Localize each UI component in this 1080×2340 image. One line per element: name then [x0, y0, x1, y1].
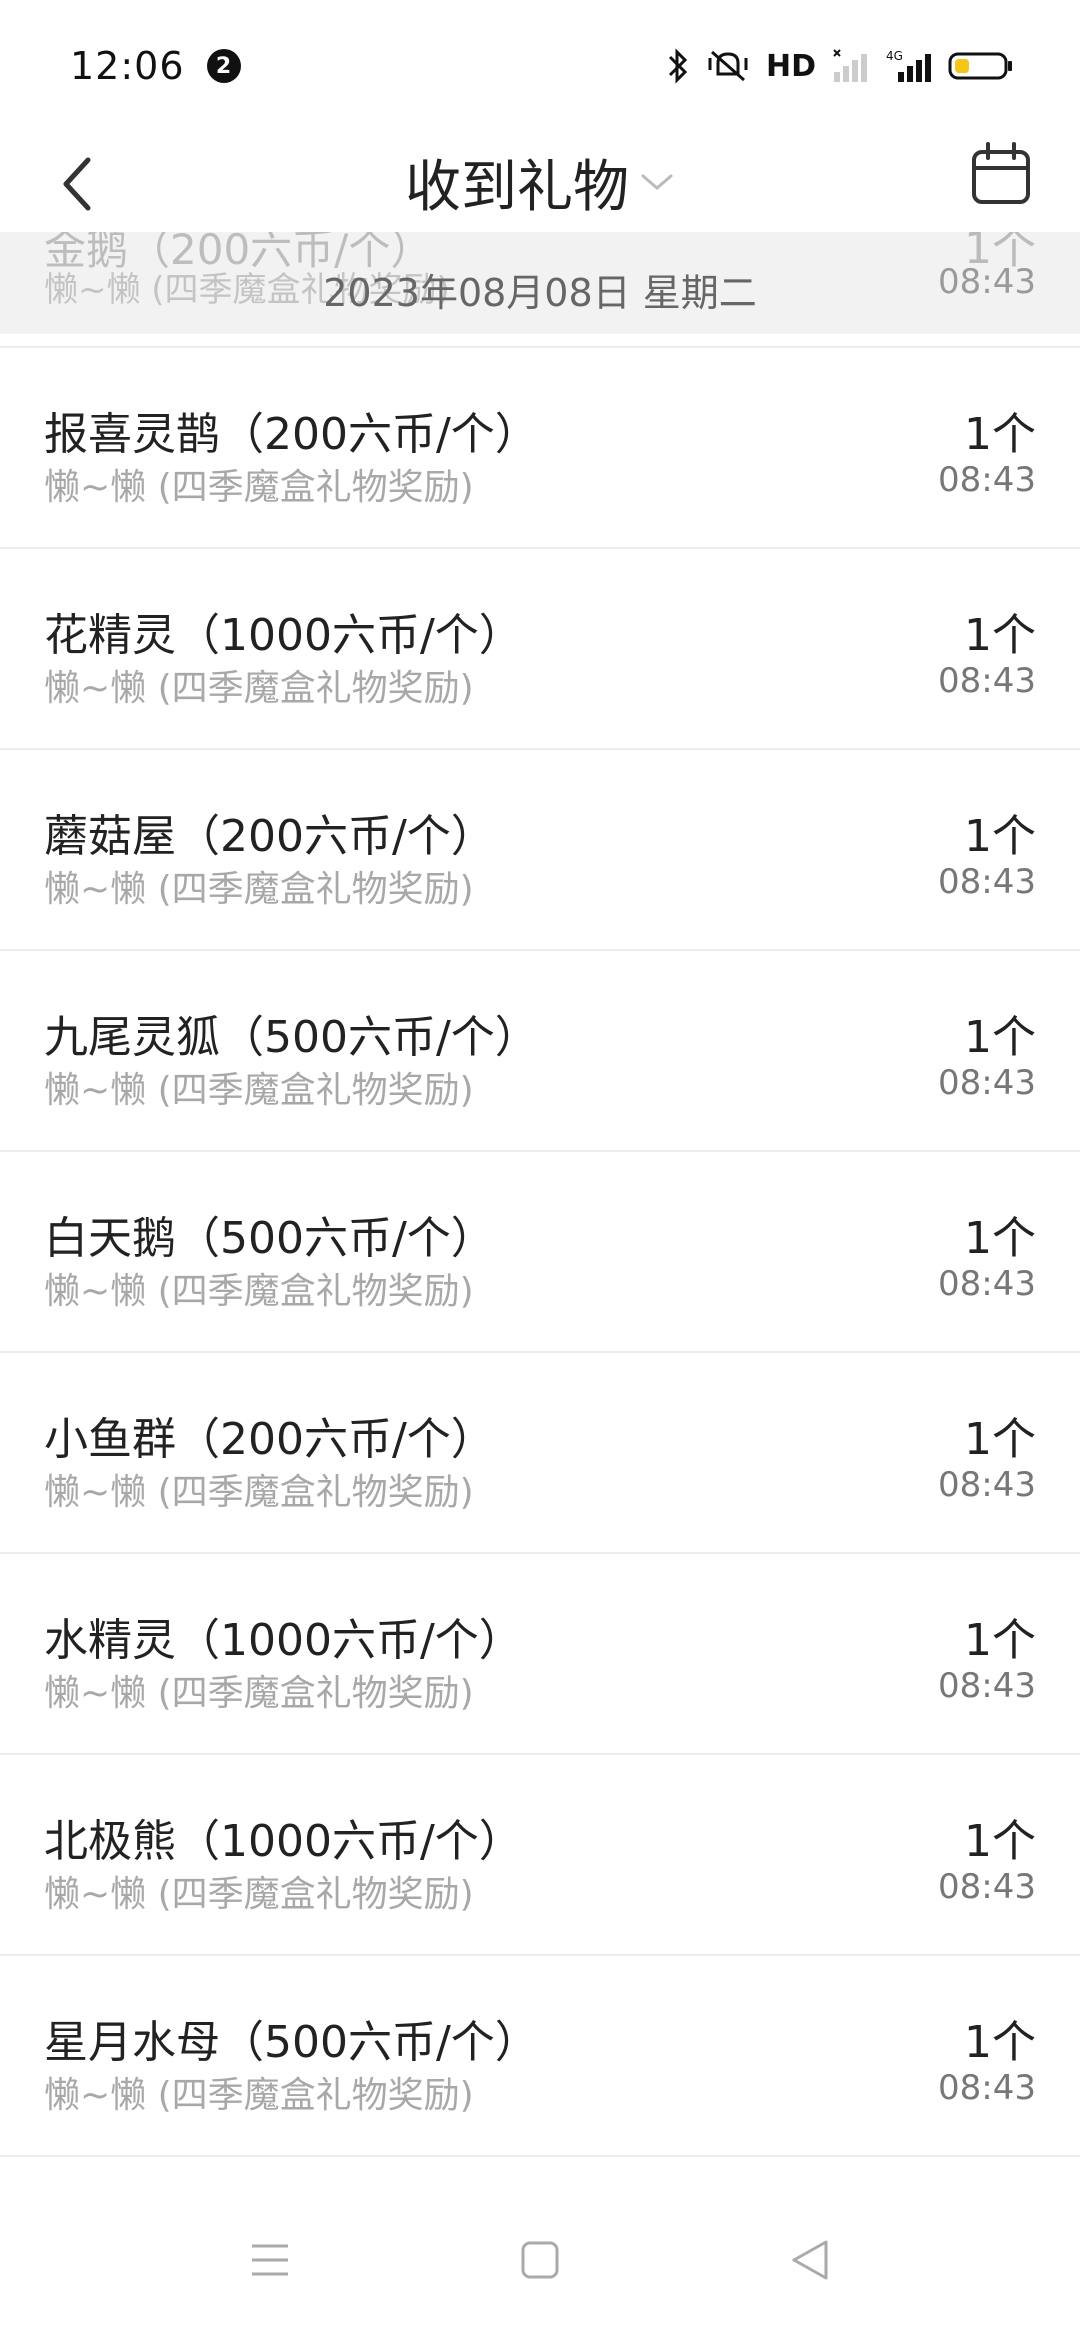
gift-quantity: 1个	[964, 1213, 1036, 1264]
gift-sender: 懒~懒 (四季魔盒礼物奖励)	[44, 1070, 474, 1111]
gift-time: 08:43	[938, 1264, 1036, 1304]
gift-quantity: 1个	[964, 1012, 1036, 1063]
gift-time: 08:43	[938, 2068, 1036, 2108]
gift-row[interactable]: 白天鹅（500六币/个） 1个 懒~懒 (四季魔盒礼物奖励) 08:43	[0, 1150, 1080, 1351]
gift-name: 北极熊（1000六币/个）	[44, 1816, 523, 1867]
gift-row[interactable]: 蘑菇屋（200六币/个） 1个 懒~懒 (四季魔盒礼物奖励) 08:43	[0, 748, 1080, 949]
hd-indicator: HD	[765, 48, 816, 84]
gift-name: 花精灵（1000六币/个）	[44, 610, 523, 661]
gift-time: 08:43	[938, 1867, 1036, 1907]
gift-name: 九尾灵狐（500六币/个）	[44, 1012, 539, 1063]
status-time: 12:06	[70, 44, 185, 88]
status-bar: 12:06 2 HD 4G	[0, 0, 1080, 132]
gift-row[interactable]: 星月水母（500六币/个） 1个 懒~懒 (四季魔盒礼物奖励) 08:43	[0, 1954, 1080, 2155]
signal-4g-icon: 4G	[886, 49, 931, 82]
system-nav-bar	[0, 2180, 1080, 2340]
gift-name: 蘑菇屋（200六币/个）	[44, 811, 495, 862]
gift-time: 08:43	[938, 1063, 1036, 1103]
gift-time: 08:43	[938, 862, 1036, 902]
gift-name: 星月水母（500六币/个）	[44, 2017, 539, 2068]
title-dropdown[interactable]: 收到礼物	[405, 142, 675, 223]
gift-time: 08:43	[938, 460, 1036, 500]
gift-time: 08:43	[938, 661, 1036, 701]
gift-list: 报喜灵鹊（200六币/个） 1个 懒~懒 (四季魔盒礼物奖励) 08:43 花精…	[0, 346, 1080, 2157]
gift-name: 小鱼群（200六币/个）	[44, 1414, 495, 1465]
bluetooth-icon	[668, 48, 688, 84]
gift-row[interactable]: 北极熊（1000六币/个） 1个 懒~懒 (四季魔盒礼物奖励) 08:43	[0, 1753, 1080, 1954]
gift-row[interactable]: 九尾灵狐（500六币/个） 1个 懒~懒 (四季魔盒礼物奖励) 08:43	[0, 949, 1080, 1150]
gift-name: 报喜灵鹊（200六币/个）	[44, 409, 539, 460]
svg-text:4G: 4G	[886, 49, 903, 63]
back-button[interactable]	[52, 154, 108, 214]
gift-row[interactable]: 报喜灵鹊（200六币/个） 1个 懒~懒 (四季魔盒礼物奖励) 08:43	[0, 346, 1080, 547]
gift-quantity: 1个	[964, 811, 1036, 862]
gift-time: 08:43	[938, 1666, 1036, 1706]
status-left: 12:06 2	[70, 44, 241, 88]
gift-name: 水精灵（1000六币/个）	[44, 1615, 523, 1666]
gift-quantity: 1个	[964, 1414, 1036, 1465]
date-label: 2023年08月08日 星期二	[323, 271, 757, 315]
back-triangle-icon[interactable]	[790, 2238, 830, 2282]
battery-icon	[948, 52, 1012, 80]
app-header: 收到礼物	[0, 132, 1080, 232]
gift-quantity: 1个	[964, 1816, 1036, 1867]
gift-sender: 懒~懒 (四季魔盒礼物奖励)	[44, 1472, 474, 1513]
calendar-button[interactable]	[966, 140, 1036, 210]
gift-name: 白天鹅（500六币/个）	[44, 1213, 495, 1264]
gift-sender: 懒~懒 (四季魔盒礼物奖励)	[44, 668, 474, 709]
notification-count-badge: 2	[206, 49, 241, 83]
gift-sender: 懒~懒 (四季魔盒礼物奖励)	[44, 2075, 474, 2116]
vibrate-mute-icon	[708, 50, 748, 82]
home-icon[interactable]	[520, 2240, 560, 2280]
gift-row[interactable]: 水精灵（1000六币/个） 1个 懒~懒 (四季魔盒礼物奖励) 08:43	[0, 1552, 1080, 1753]
sticky-date-header: 金鹅（200六币/个） 1个 懒~懒 (四季魔盒礼物奖励) 08:43 2023…	[0, 232, 1080, 334]
gift-row[interactable]: 花精灵（1000六币/个） 1个 懒~懒 (四季魔盒礼物奖励) 08:43	[0, 547, 1080, 748]
gift-quantity: 1个	[964, 610, 1036, 661]
gift-quantity: 1个	[964, 2017, 1036, 2068]
signal-weak-icon	[833, 49, 867, 82]
gift-quantity: 1个	[964, 409, 1036, 460]
menu-icon[interactable]	[250, 2242, 290, 2278]
gift-sender: 懒~懒 (四季魔盒礼物奖励)	[44, 1271, 474, 1312]
gift-sender: 懒~懒 (四季魔盒礼物奖励)	[44, 1673, 474, 1714]
gift-sender: 懒~懒 (四季魔盒礼物奖励)	[44, 1874, 474, 1915]
list-divider	[0, 2155, 1080, 2157]
gift-sender: 懒~懒 (四季魔盒礼物奖励)	[44, 467, 474, 508]
gift-time: 08:43	[938, 1465, 1036, 1505]
page-title: 收到礼物	[405, 154, 629, 220]
gift-sender: 懒~懒 (四季魔盒礼物奖励)	[44, 869, 474, 910]
status-icons: HD 4G	[666, 48, 1014, 84]
chevron-down-icon	[641, 174, 673, 190]
gift-row[interactable]: 小鱼群（200六币/个） 1个 懒~懒 (四季魔盒礼物奖励) 08:43	[0, 1351, 1080, 1552]
gift-quantity: 1个	[964, 1615, 1036, 1666]
